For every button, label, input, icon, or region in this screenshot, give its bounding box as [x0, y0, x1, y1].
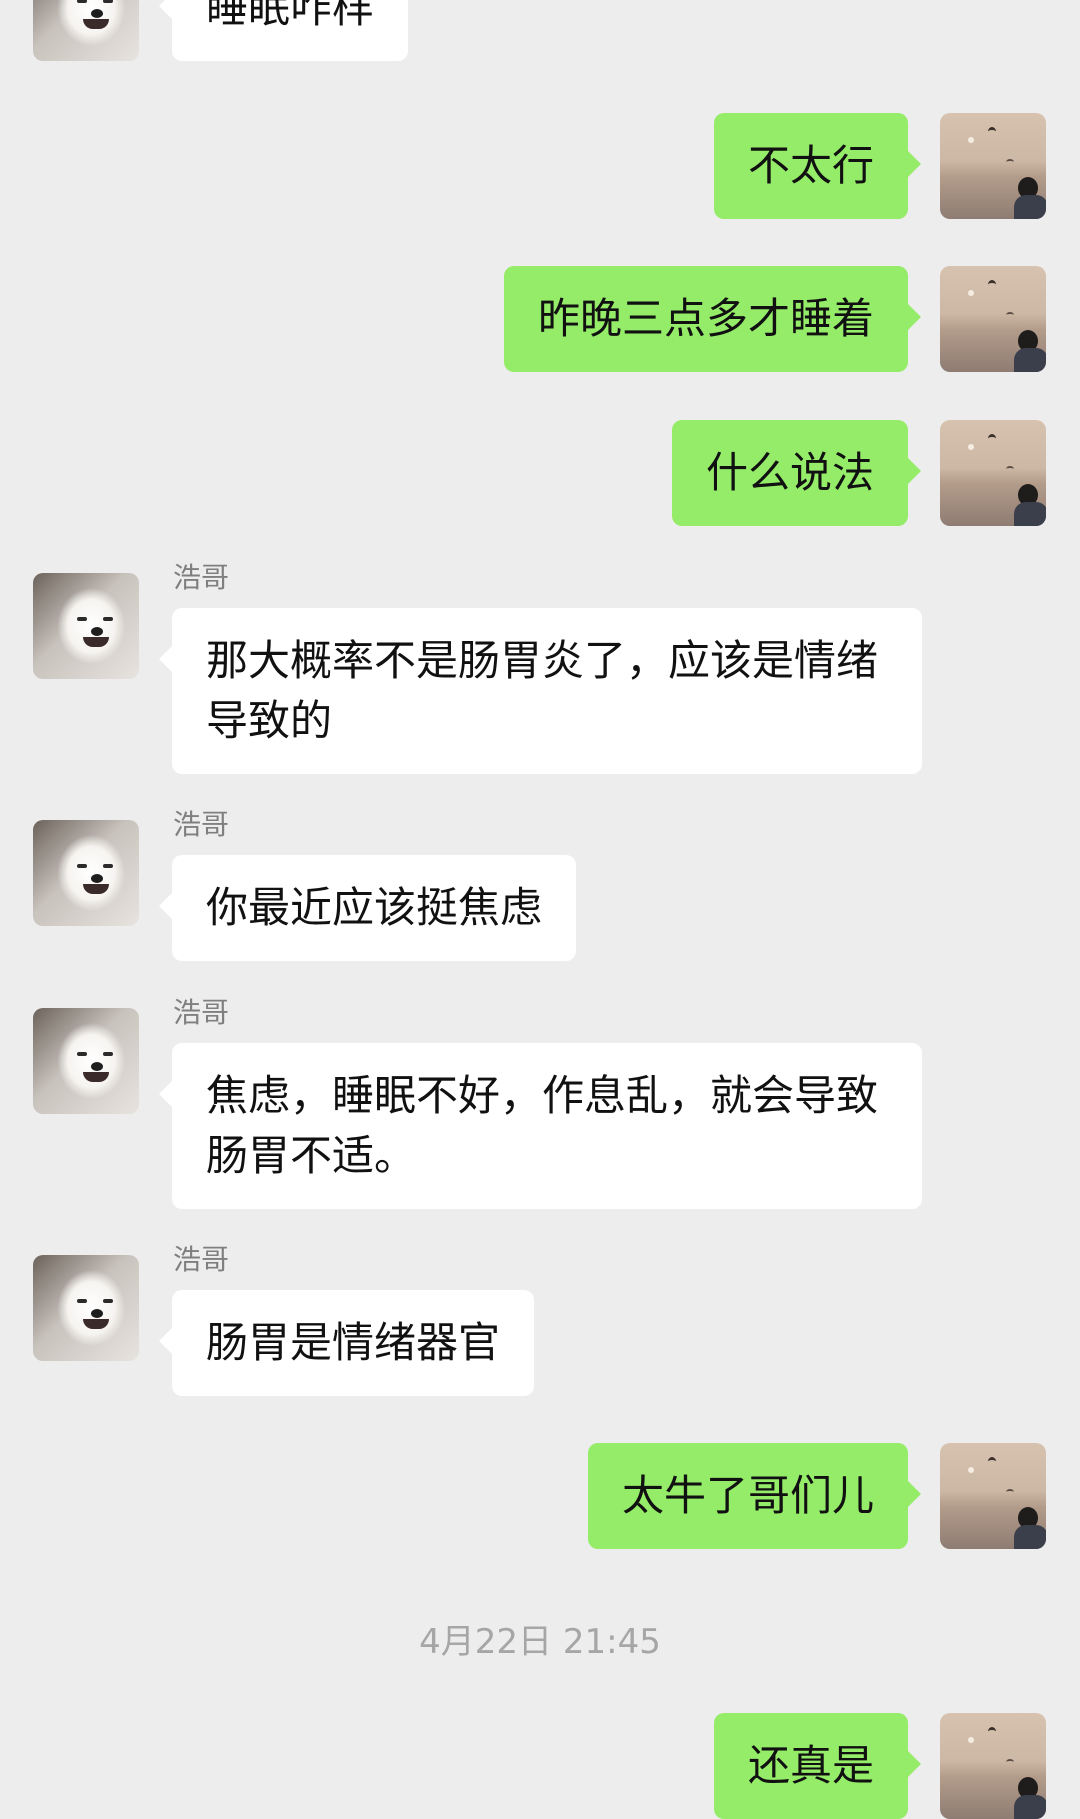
incoming-message-bubble[interactable]: 睡眠咋样	[158, 0, 409, 61]
message-text: 还真是	[747, 1741, 874, 1790]
incoming-message-bubble[interactable]: 那大概率不是肠胃炎了，应该是情绪导致的	[159, 608, 922, 774]
message-text: 什么说法	[705, 448, 874, 497]
message-text: 太牛了哥们儿	[621, 1471, 874, 1520]
sender-name: 浩哥	[173, 1243, 230, 1276]
contact-avatar[interactable]	[33, 573, 139, 679]
my-avatar[interactable]	[940, 113, 1046, 219]
outgoing-message-bubble[interactable]: 什么说法	[671, 420, 922, 526]
message-text: 睡眠咋样	[206, 0, 375, 32]
contact-avatar[interactable]	[33, 0, 139, 61]
my-avatar[interactable]	[940, 1443, 1046, 1549]
incoming-message-bubble[interactable]: 你最近应该挺焦虑	[158, 855, 577, 961]
message-text: 肠胃是情绪器官	[206, 1318, 501, 1367]
chat-timestamp: 4月22日 21:45	[419, 1622, 661, 1662]
sender-name: 浩哥	[173, 996, 230, 1029]
message-text: 你最近应该挺焦虑	[206, 883, 543, 932]
my-avatar[interactable]	[940, 266, 1046, 372]
sender-name: 浩哥	[173, 561, 230, 594]
message-text: 那大概率不是肠胃炎了，应该是情绪导致的	[206, 636, 879, 745]
sender-name: 浩哥	[173, 808, 230, 841]
incoming-message-bubble[interactable]: 肠胃是情绪器官	[158, 1290, 535, 1396]
message-text: 不太行	[747, 141, 874, 190]
my-avatar[interactable]	[940, 1713, 1046, 1819]
message-text: 焦虑，睡眠不好，作息乱，就会导致肠胃不适。	[206, 1071, 879, 1180]
outgoing-message-bubble[interactable]: 还真是	[713, 1713, 922, 1819]
contact-avatar[interactable]	[33, 1008, 139, 1114]
incoming-message-bubble[interactable]: 焦虑，睡眠不好，作息乱，就会导致肠胃不适。	[159, 1043, 922, 1209]
outgoing-message-bubble[interactable]: 昨晚三点多才睡着	[503, 266, 922, 372]
contact-avatar[interactable]	[33, 820, 139, 926]
outgoing-message-bubble[interactable]: 不太行	[713, 113, 922, 219]
my-avatar[interactable]	[940, 420, 1046, 526]
message-text: 昨晚三点多才睡着	[537, 294, 874, 343]
contact-avatar[interactable]	[33, 1255, 139, 1361]
outgoing-message-bubble[interactable]: 太牛了哥们儿	[587, 1443, 922, 1549]
